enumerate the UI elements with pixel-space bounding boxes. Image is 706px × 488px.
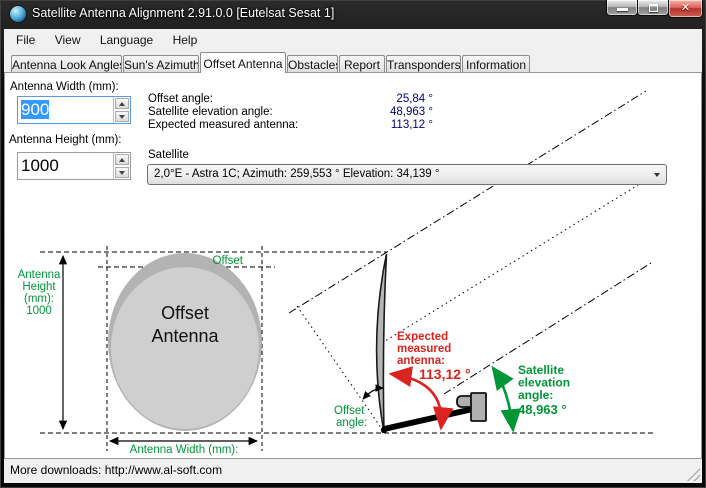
tab-suns-azimuth[interactable]: Sun's Azimuth xyxy=(123,55,199,72)
result-row-expected-measured: Expected measured antenna: 113,12 ° xyxy=(148,119,433,132)
minimize-icon xyxy=(617,8,628,11)
statusbar: More downloads: http://www.al-soft.com xyxy=(4,459,702,483)
app-window: Satellite Antenna Alignment 2.91.0.0 [Eu… xyxy=(0,0,706,488)
height-label-line3: (mm): xyxy=(24,293,54,305)
result-label: Offset angle: xyxy=(148,93,213,105)
offset-marker-label: Offset xyxy=(213,255,244,267)
elevation-angle-arc xyxy=(493,368,513,430)
elevation-angle-value: 48,963 ° xyxy=(518,402,567,417)
result-row-offset-angle: Offset angle: 25,84 ° xyxy=(148,93,433,106)
spin-up-button[interactable] xyxy=(115,98,129,109)
maximize-button[interactable] xyxy=(637,0,669,16)
antenna-height-label: Antenna Height (mm): xyxy=(9,134,122,146)
antenna-height-input[interactable]: 1000 xyxy=(17,152,131,180)
menu-item-language[interactable]: Language xyxy=(92,29,161,51)
maximize-icon xyxy=(649,4,658,12)
satellite-select[interactable]: 2,0°E - Astra 1C; Azimuth: 259,553 ° Ele… xyxy=(147,164,667,185)
dish-mount-joint xyxy=(381,427,387,433)
spin-up-icon xyxy=(119,158,125,162)
tab-offset-antenna[interactable]: Offset Antenna xyxy=(200,52,286,73)
menu-item-file[interactable]: File xyxy=(8,29,43,51)
tab-antenna-look-angles[interactable]: Antenna Look Angles xyxy=(11,55,122,72)
antenna-width-input[interactable]: 900 xyxy=(17,96,131,124)
result-value: 25,84 ° xyxy=(396,93,433,105)
titlebar: Satellite Antenna Alignment 2.91.0.0 [Eu… xyxy=(0,0,706,29)
height-label-line2: Height xyxy=(22,281,56,293)
chevron-down-icon xyxy=(654,173,660,177)
lnb-arm xyxy=(384,409,473,429)
window-title: Satellite Antenna Alignment 2.91.0.0 [Eu… xyxy=(32,0,334,29)
spin-up-button[interactable] xyxy=(115,154,129,165)
expected-label-line2: measured xyxy=(397,343,451,355)
tab-obstacles[interactable]: Obstacles xyxy=(287,55,338,72)
beam-line-dish-center xyxy=(382,185,638,343)
tab-report[interactable]: Report xyxy=(339,55,385,72)
lnb-body xyxy=(471,393,486,421)
menubar: File View Language Help xyxy=(4,29,702,52)
tab-information[interactable]: Information xyxy=(462,55,530,72)
tab-transponders[interactable]: Transponders xyxy=(386,55,461,72)
spin-down-button[interactable] xyxy=(115,111,129,122)
close-button[interactable]: ✕ xyxy=(668,0,703,18)
app-body: File View Language Help Antenna Look Ang… xyxy=(4,29,702,483)
dish-front-inner xyxy=(111,267,259,429)
spin-down-icon xyxy=(119,115,125,119)
menu-item-help[interactable]: Help xyxy=(165,29,206,51)
close-icon: ✕ xyxy=(669,1,702,14)
menu-item-view[interactable]: View xyxy=(47,29,89,51)
lnb xyxy=(457,393,486,421)
satellite-selected-value: 2,0°E - Astra 1C; Azimuth: 259,553 ° Ele… xyxy=(154,168,440,180)
statusbar-text: More downloads: http://www.al-soft.com xyxy=(10,463,222,477)
dish-front-label-line1: Offset xyxy=(161,303,209,323)
spin-down-icon xyxy=(119,171,125,175)
antenna-width-label: Antenna Width (mm): xyxy=(10,81,119,93)
expected-label-line1: Expected xyxy=(397,331,448,343)
width-label: Antenna Width (mm): xyxy=(130,444,239,456)
antenna-height-spinners xyxy=(113,153,130,179)
antenna-width-text: 900 xyxy=(18,97,113,123)
offset-angle-label-line1: Offset xyxy=(334,405,365,417)
window-controls: ✕ xyxy=(607,0,703,18)
antenna-height-text: 1000 xyxy=(18,153,113,179)
antenna-width-spinners xyxy=(113,97,130,123)
result-row-elevation-angle: Satellite elevation angle: 48,963 ° xyxy=(148,106,433,119)
offset-angle-label-line2: angle: xyxy=(336,417,367,429)
result-label: Satellite elevation angle: xyxy=(148,106,273,118)
offset-antenna-tab-panel: Offset Antenna Offset Antenna Height xyxy=(4,72,702,459)
result-label: Expected measured antenna: xyxy=(148,119,298,131)
result-value: 113,12 ° xyxy=(391,119,433,131)
height-label-value: 1000 xyxy=(26,305,52,317)
app-icon xyxy=(10,6,26,22)
dish-front-label-line2: Antenna xyxy=(151,326,219,346)
spin-down-button[interactable] xyxy=(115,167,129,178)
spin-up-icon xyxy=(119,102,125,106)
tab-strip: Antenna Look Angles Sun's Azimuth Offset… xyxy=(4,52,702,72)
height-label-line1: Antenna xyxy=(18,269,61,281)
elevation-label-line3: angle: xyxy=(518,388,553,402)
satellite-label: Satellite xyxy=(148,149,189,161)
minimize-button[interactable] xyxy=(606,0,638,16)
expected-angle-value: 113,12 ° xyxy=(419,366,471,382)
dish-side-view xyxy=(377,254,387,433)
resize-grip-icon[interactable] xyxy=(687,468,700,481)
result-value: 48,963 ° xyxy=(390,106,433,118)
